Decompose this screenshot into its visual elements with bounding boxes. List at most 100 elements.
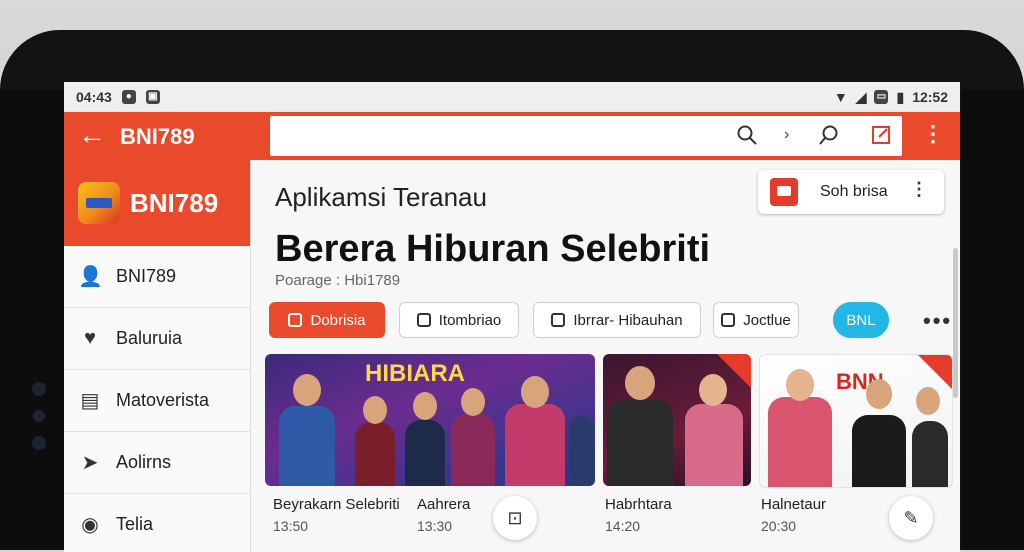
heart-icon: ♥	[84, 327, 96, 349]
person-figure	[405, 420, 445, 486]
status-clock: 12:52	[912, 89, 948, 105]
sidebar-item-profile[interactable]: 👤 BNI789	[64, 246, 250, 308]
checkbox-icon	[416, 313, 431, 327]
calendar-icon: ▤	[80, 390, 100, 412]
chevron-right-icon[interactable]: ›	[784, 126, 789, 144]
person-figure	[768, 397, 832, 487]
notification-icon: ●	[121, 90, 136, 104]
camera-lens	[32, 382, 46, 396]
video-thumbnail[interactable]: BNN	[759, 354, 953, 488]
tile-time: 20:30	[761, 518, 797, 534]
person-head	[293, 374, 321, 406]
edit-icon[interactable]: ✎	[889, 496, 933, 540]
top-app-bar: ← BNI789 › ⋮	[64, 112, 960, 160]
app-bar-title: BNI789	[120, 124, 195, 149]
video-thumbnail[interactable]: HIBIARA	[265, 354, 595, 486]
chip-joctlue[interactable]: Joctlue	[713, 302, 799, 338]
screen-icon: ▭	[874, 90, 889, 104]
person-figure	[451, 414, 495, 486]
sidebar-item-label: BNI789	[116, 266, 177, 286]
more-horiz-icon[interactable]: •••	[923, 308, 952, 334]
sidebar-item-calendar[interactable]: ▤ Matoverista	[64, 370, 250, 432]
sidebar-item-more[interactable]: ◉ Telia	[64, 494, 250, 552]
top-card-label: Soh brisa	[820, 183, 888, 200]
person-figure	[607, 400, 673, 486]
signal-icon: ◢	[855, 88, 867, 105]
sidebar-item-label: Aolirns	[116, 452, 172, 472]
page-title: Berera Hiburan Selebriti	[275, 228, 711, 270]
overflow-menu-icon[interactable]: ⋮	[922, 122, 944, 146]
person-head	[363, 396, 387, 424]
search-input[interactable]: ›	[270, 116, 902, 156]
chip-label: Ibrrar- Hibauhan	[573, 311, 683, 329]
app-card-icon	[770, 178, 798, 206]
chip-bnl[interactable]: BNL	[833, 302, 889, 338]
chip-label: Joctlue	[743, 311, 791, 329]
person-figure	[355, 422, 395, 486]
chip-hibauhan[interactable]: Ibrrar- Hibauhan	[533, 302, 701, 338]
tile-time: 13:30	[417, 518, 453, 534]
camera-lens	[33, 410, 45, 422]
chip-label: BNL	[846, 311, 876, 329]
checkbox-icon	[721, 313, 736, 327]
person-figure	[279, 406, 335, 486]
corner-badge	[918, 355, 952, 389]
top-card[interactable]: Soh brisa ⋮	[758, 170, 944, 214]
bag-icon[interactable]: ⊡	[493, 496, 537, 540]
main-content: Aplikamsi Teranau Soh brisa ⋮ Berera Hib…	[251, 160, 960, 552]
person-figure	[852, 415, 906, 487]
back-arrow-icon[interactable]: ←	[78, 120, 106, 150]
app-notification-icon: ▣	[145, 90, 160, 104]
person-figure	[685, 404, 743, 486]
chip-dobrisia[interactable]: Dobrisia	[269, 302, 385, 338]
person-head	[461, 388, 485, 416]
checkbox-icon	[288, 313, 303, 327]
sidebar-item-label: Baluruia	[116, 328, 183, 348]
video-thumbnail[interactable]	[603, 354, 751, 486]
wifi-icon: ▼	[833, 89, 848, 105]
scrollbar[interactable]	[953, 248, 958, 398]
camera-lens	[32, 436, 46, 450]
tile-caption: Aahrera	[417, 496, 471, 513]
filter-chips: Dobrisia Itombriao Ibrrar- Hibauhan Joct…	[269, 302, 959, 340]
chip-label: Itombriao	[438, 311, 502, 329]
sidebar-item-label: Telia	[116, 514, 154, 534]
tile-time: 14:20	[605, 518, 641, 534]
circle-icon: ◉	[81, 514, 99, 536]
more-vert-icon[interactable]: ⋮	[910, 179, 928, 200]
tile-time: 13:50	[273, 518, 309, 534]
status-clock-left: 04:43	[76, 89, 112, 105]
thumbnail-title: HIBIARA	[365, 360, 465, 387]
zoom-icon[interactable]	[818, 124, 840, 152]
page-subtitle: Poarage : Hbi1789	[275, 272, 401, 289]
person-head	[625, 366, 655, 400]
brand-name: BNI789	[130, 188, 219, 218]
sidebar-item-favorites[interactable]: ♥ Baluruia	[64, 308, 250, 370]
phone-bezel-right	[962, 90, 1024, 550]
person-head	[866, 379, 892, 409]
user-icon: 👤	[78, 266, 103, 288]
chip-label: Dobrisia	[310, 311, 366, 329]
search-icon[interactable]	[736, 124, 758, 152]
content-grid: HIBIARA BNN Beyrakarn Selebriti 13:50 Aa…	[265, 354, 960, 552]
tile-caption: Habrhtara	[605, 496, 672, 513]
phone-frame: 04:43 ● ▣ ▼ ◢ ▭ ▮ 12:52 ← BNI789 › ⋮ BNI…	[0, 30, 1024, 552]
send-icon: ➤	[81, 452, 99, 474]
person-figure	[505, 404, 565, 486]
sidebar-item-send[interactable]: ➤ Aolirns	[64, 432, 250, 494]
tile-caption: Halnetaur	[761, 496, 827, 513]
edit-square-icon[interactable]	[870, 124, 892, 152]
sidebar-item-label: Matoverista	[116, 390, 210, 410]
person-figure	[569, 416, 595, 486]
person-head	[413, 392, 437, 420]
battery-icon: ▮	[896, 88, 905, 105]
app-screen: 04:43 ● ▣ ▼ ◢ ▭ ▮ 12:52 ← BNI789 › ⋮ BNI…	[64, 82, 960, 552]
person-head	[916, 387, 940, 415]
app-logo	[78, 182, 120, 224]
person-head	[699, 374, 727, 406]
chip-itombriao[interactable]: Itombriao	[399, 302, 519, 338]
person-head	[786, 369, 814, 401]
person-figure	[912, 421, 948, 487]
app-label: Aplikamsi Teranau	[275, 182, 487, 212]
phone-bezel-left	[0, 90, 64, 550]
